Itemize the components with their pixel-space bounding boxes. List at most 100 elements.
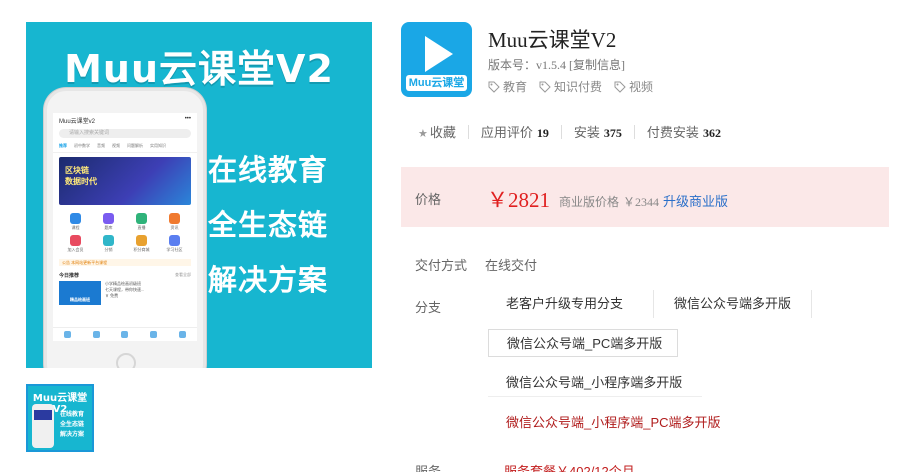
phone-grid-item: 直播: [125, 213, 158, 231]
grid-item-icon: [103, 213, 114, 224]
hero-slogan: 解决方案: [208, 263, 329, 297]
grid-item-label: 直播: [137, 225, 146, 230]
tag-item[interactable]: 视频: [614, 78, 653, 95]
tag-item[interactable]: 教育: [488, 78, 527, 95]
grid-item-label: 分销: [104, 247, 113, 252]
copy-info-link[interactable]: [复制信息]: [569, 58, 625, 72]
branch-option[interactable]: 微信公众号端多开版: [656, 290, 812, 318]
tag-icon: [614, 81, 626, 93]
play-icon: [425, 36, 453, 72]
hero-slogan: 在线教育: [208, 153, 329, 187]
grid-item-label: 积分商城: [133, 247, 150, 252]
stats-bar: ★ 收藏 应用评价 19 安装 375 付费安装 362: [418, 122, 721, 141]
recommend-more: 查看全部: [175, 272, 191, 277]
hero-slogan: 全生态链: [208, 208, 329, 242]
commercial-price-label: 商业版价格: [559, 195, 620, 209]
paid-install-value: 362: [702, 126, 721, 140]
version-value: v1.5.4: [536, 58, 567, 72]
phone-tab: 推荐: [59, 143, 67, 148]
phone-banner: 区块链 数据时代: [59, 157, 191, 205]
tag-item[interactable]: 知识付费: [539, 78, 602, 95]
grid-item-icon: [103, 235, 114, 246]
favorite-button[interactable]: ★ 收藏: [418, 122, 456, 141]
hero-slogans: 在线教育 全生态链 解决方案: [208, 150, 348, 315]
upgrade-commercial-link[interactable]: 升级商业版: [663, 191, 728, 210]
phone-grid-item: 积分商城: [125, 235, 158, 253]
branch-option[interactable]: 老客户升级专用分支: [488, 290, 654, 318]
thumbnail-slogan: 解决方案: [60, 432, 85, 438]
star-icon: ★: [418, 128, 428, 140]
app-title: Muu云课堂V2: [488, 28, 617, 52]
branch-option[interactable]: 微信公众号端_小程序端多开版: [488, 369, 702, 397]
rating-link[interactable]: 应用评价 19: [481, 122, 549, 141]
phone-course-item: 精品绘画班 小学精品绘画初级班 七天课程，带你快速... ￥ 免费: [53, 281, 197, 305]
tag-list: 教育 知识付费 视频: [488, 78, 653, 95]
recommend-title: 今日推荐: [59, 273, 80, 279]
message-icon: [150, 331, 158, 338]
phone-grid-item: 课程: [59, 213, 92, 231]
phone-tab: 初中数学: [74, 143, 90, 148]
tag-label: 知识付费: [554, 80, 603, 94]
banner-line: 数据时代: [65, 177, 97, 186]
phone-grid-item: 分销: [92, 235, 125, 253]
banner-line: 区块链: [65, 166, 89, 175]
commercial-price-value: ￥2344: [623, 195, 660, 209]
paid-install-label: 付费安装: [646, 125, 699, 140]
phone-header: Muu云课堂v2 •••: [53, 113, 197, 127]
phone-header-title: Muu云课堂v2: [59, 119, 96, 125]
phone-mockup: Muu云课堂v2 ••• 请输入搜索关键词 推荐 初中数学 音频 视频 问题解析…: [44, 88, 206, 368]
phone-notice: 公告 本网站更新平台课程: [59, 259, 191, 266]
thumbnail-slogan: 全生态链: [60, 422, 85, 428]
favorite-label: 收藏: [429, 125, 456, 140]
delivery-label: 交付方式: [415, 258, 468, 273]
divider: [633, 124, 635, 139]
branch-label: 分支: [415, 300, 442, 315]
grid-item-label: 加入会员: [67, 247, 84, 252]
install-label: 安装: [573, 125, 600, 140]
phone-tab: 实用知识: [150, 143, 166, 148]
thumbnail-slogan: 在线教育: [60, 412, 85, 418]
branch-option-selected[interactable]: 微信公众号端_小程序端_PC端多开版: [488, 409, 748, 437]
tag-label: 视频: [629, 80, 654, 94]
home-icon: [63, 331, 71, 338]
hero-title: Muu云课堂V2: [64, 47, 334, 91]
phone-tab: 问题解析: [127, 143, 143, 148]
install-value: 375: [603, 126, 622, 140]
grid-item-label: 题库: [104, 225, 113, 230]
grid-item-icon: [136, 235, 147, 246]
phone-tab: 视频: [112, 143, 120, 148]
phone-grid-item: 资讯: [158, 213, 191, 231]
tag-icon: [488, 81, 500, 93]
phone-screen: Muu云课堂v2 ••• 请输入搜索关键词 推荐 初中数学 音频 视频 问题解析…: [53, 113, 197, 341]
version-line: 版本号：v1.5.4 [复制信息]: [488, 56, 625, 73]
product-main-image: Muu云课堂V2 Muu云课堂v2 ••• 请输入搜索关键词 推荐 初中数学 音…: [26, 22, 372, 368]
category-icon: [121, 331, 129, 338]
price-label: 价格: [415, 192, 442, 207]
gallery-thumbnail[interactable]: Muu云课堂V2 在线教育 全生态链 解决方案: [26, 384, 94, 452]
phone-banner-text: 区块链 数据时代: [65, 165, 97, 187]
price-box: 价格 ￥2821 商业版价格 ￥2344 升级商业版: [401, 167, 889, 227]
service-label: 服务: [415, 464, 442, 472]
grid-item-icon: [136, 213, 147, 224]
phone-bottom-nav: [53, 327, 197, 341]
commercial-price: 商业版价格 ￥2344 升级商业版: [559, 191, 728, 210]
version-label: 版本号：: [488, 58, 537, 72]
course-lines: 小学精品绘画初级班 七天课程，带你快速... ￥ 免费: [105, 281, 191, 305]
branch-option[interactable]: 微信公众号端_PC端多开版: [488, 329, 678, 357]
course-line: ￥ 免费: [105, 293, 119, 298]
install-stat: 安装 375: [574, 122, 622, 141]
grid-item-label: 学习社区: [166, 247, 183, 252]
tag-icon: [539, 81, 551, 93]
delivery-value: 在线交付: [485, 258, 538, 273]
grid-item-label: 资讯: [170, 225, 179, 230]
rating-label: 应用评价: [480, 125, 533, 140]
service-value[interactable]: 服务套餐￥402/12个月: [504, 461, 635, 472]
tag-label: 教育: [503, 80, 528, 94]
price-value: ￥2821: [487, 188, 550, 212]
thumbnail-phone: [32, 404, 54, 448]
grid-item-label: 课程: [71, 225, 80, 230]
app-icon: Muu云课堂: [401, 22, 472, 97]
phone-tab: 音频: [97, 143, 105, 148]
phone-grid-item: 加入会员: [59, 235, 92, 253]
phone-tabs: 推荐 初中数学 音频 视频 问题解析 实用知识: [53, 140, 197, 153]
